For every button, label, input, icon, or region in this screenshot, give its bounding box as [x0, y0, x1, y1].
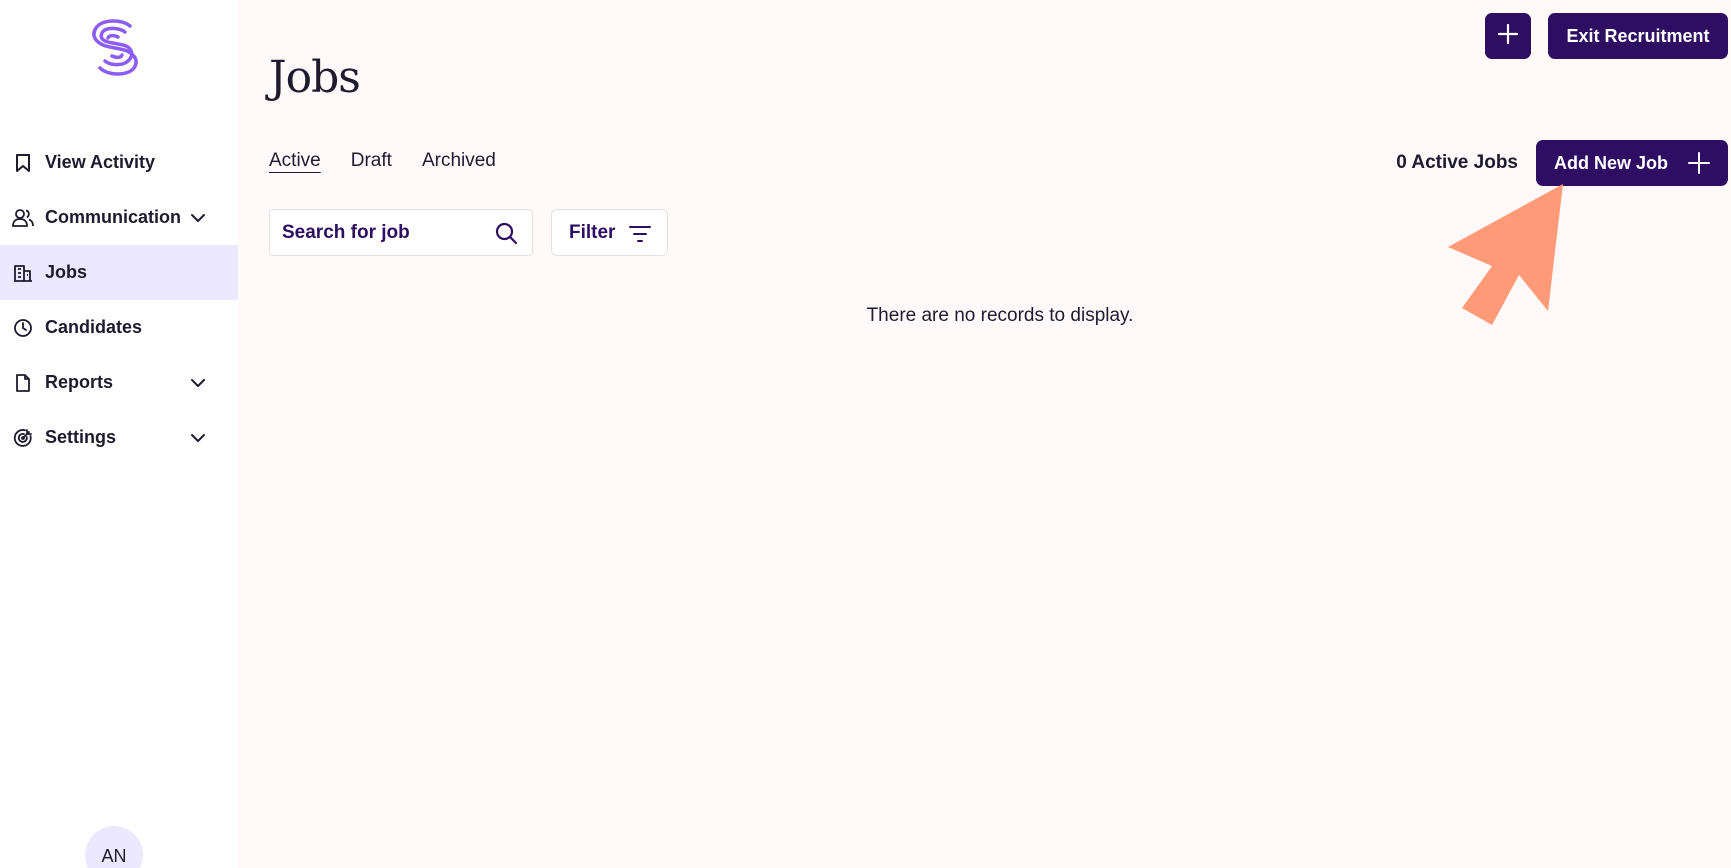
search-input[interactable]	[282, 210, 482, 255]
avatar[interactable]: AN	[85, 826, 143, 868]
sidebar-item-label: Settings	[45, 427, 117, 447]
chevron-down-icon[interactable]	[188, 428, 208, 448]
plus-icon	[1688, 152, 1710, 174]
quick-add-button[interactable]	[1485, 13, 1531, 59]
filter-icon	[628, 222, 652, 246]
empty-state-message: There are no records to display.	[866, 305, 1134, 326]
sidebar-item-settings[interactable]: Settings	[0, 410, 238, 465]
exit-recruitment-label: Exit Recruitment	[1566, 25, 1710, 46]
sidebar-item-communication[interactable]: Communication	[0, 190, 238, 245]
tab-active[interactable]: Active	[269, 150, 321, 176]
filter-label: Filter	[569, 221, 616, 243]
building-icon	[12, 262, 34, 284]
filter-button[interactable]: Filter	[551, 209, 668, 256]
page-title: Jobs	[269, 52, 361, 103]
bookmark-icon	[12, 152, 34, 174]
sidebar-item-label: Jobs	[45, 262, 88, 282]
tab-draft[interactable]: Draft	[351, 150, 392, 176]
search-icon[interactable]	[494, 221, 518, 245]
arrow-pointer-icon	[1440, 180, 1570, 330]
search-box	[269, 209, 533, 256]
sidebar-item-reports[interactable]: Reports	[0, 355, 238, 410]
document-icon	[12, 372, 34, 394]
sidebar-item-label: Communication	[45, 207, 182, 227]
chevron-down-icon[interactable]	[188, 208, 208, 228]
plus-icon	[1497, 23, 1519, 50]
sidebar: View Activity Communication Jobs Candida…	[0, 0, 238, 868]
sidebar-item-label: View Activity	[45, 152, 156, 172]
users-icon	[12, 207, 34, 229]
sidebar-item-label: Reports	[45, 372, 114, 392]
sidebar-item-candidates[interactable]: Candidates	[0, 300, 238, 355]
avatar-initials: AN	[101, 846, 127, 866]
chevron-down-icon[interactable]	[188, 373, 208, 393]
active-jobs-count: 0 Active Jobs	[1396, 152, 1518, 173]
clock-icon	[12, 317, 34, 339]
target-icon	[12, 427, 34, 449]
job-status-tabs: Active Draft Archived	[269, 150, 526, 176]
sidebar-item-label: Candidates	[45, 317, 143, 337]
add-new-job-label: Add New Job	[1554, 152, 1669, 173]
exit-recruitment-button[interactable]: Exit Recruitment	[1548, 13, 1728, 59]
brand-logo-icon[interactable]	[84, 16, 146, 78]
tab-archived[interactable]: Archived	[422, 150, 496, 176]
sidebar-item-jobs[interactable]: Jobs	[0, 245, 238, 300]
sidebar-item-view-activity[interactable]: View Activity	[0, 135, 238, 190]
